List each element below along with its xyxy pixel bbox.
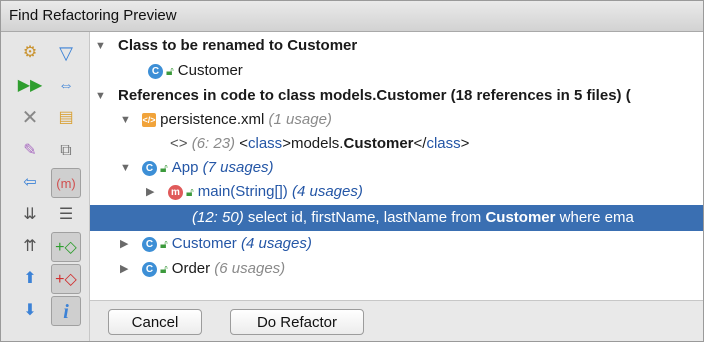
runnable-class-icon: C [142,160,157,176]
tree-row-selected-usage[interactable]: (12: 50) select id, firstName, lastName … [90,205,703,231]
dialog-footer: Cancel Do Refactor [90,300,703,341]
remove-icon[interactable]: +◇ [51,264,81,294]
merge-icon[interactable]: ☰ [51,200,81,230]
class-name: Order [171,260,211,277]
tree-row-class-order[interactable]: ▶ C 🔓︎ Order (6 usages) [90,257,703,281]
usage-count: (4 usages) [240,235,312,252]
usage-tree: ▼ Class to be renamed to Customer C 🔓︎ Cus… [90,32,703,300]
usage-count: (6 usages) [214,260,286,277]
tree-row-group-rename[interactable]: ▼ Class to be renamed to Customer [90,34,703,58]
expand-arrow-icon[interactable]: ▼ [120,108,131,132]
public-icon: 🔓︎ [166,64,174,79]
tree-row-group-references[interactable]: ▼ References in code to class models.Cus… [90,84,703,108]
public-icon: 🔓︎ [160,237,168,252]
scroll-down-icon[interactable]: ⬇ [15,296,45,326]
collapse-arrow-icon[interactable]: ▶ [120,232,128,256]
tree-row-class[interactable]: C 🔓︎ Customer [90,59,703,83]
expand-all-icon[interactable]: ⇊ [15,200,45,230]
method-icon: m [168,184,183,200]
file-name: persistence.xml [160,111,265,128]
expand-arrow-icon[interactable]: ▼ [95,34,106,58]
code-fragment: models. [290,135,344,152]
code-match: Customer [343,135,414,152]
collapse-arrow-icon[interactable]: ▶ [146,180,154,204]
code-fragment: class [248,135,283,152]
usage-count: (1 usage) [268,111,332,128]
pin-icon[interactable]: ✎ [15,136,45,166]
tree-row-class-customer[interactable]: ▶ C 🔓︎ Customer (4 usages) [90,232,703,256]
usage-count: (7 usages) [202,159,274,176]
toolbar-sidebar: ⚙ ▶▶ ✕ ✎ ⇦ ⇊ ⇈ ⬆ ⬇ ▽ ⇔ ▤ ⧉ (m) ☰ +◇ +◇ i [1,32,90,341]
expand-arrow-icon[interactable]: ▼ [95,84,106,108]
window-title: Find Refactoring Preview [1,1,703,32]
xml-file-icon: </> [142,113,156,128]
autoscroll-icon[interactable]: ⇔ [51,71,81,101]
code-fragment: class [426,135,461,152]
collapse-all-icon[interactable]: ⇈ [15,232,45,262]
method-name: main(String[]) [197,183,288,200]
xml-tag-icon: <> [170,135,188,152]
code-fragment: > [460,135,470,152]
class-name: Customer [177,62,243,79]
preview-settings-icon[interactable]: ⚙ [15,38,45,68]
expand-arrow-icon[interactable]: ▼ [120,156,131,180]
group-label: References in code to class models.Custo… [118,87,631,104]
code-fragment: where ema [559,209,634,226]
tree-row-class-app[interactable]: ▼ C 🔓︎ App (7 usages) [90,156,703,180]
class-icon: C [148,63,163,79]
refactoring-preview-window: Find Refactoring Preview ⚙ ▶▶ ✕ ✎ ⇦ ⇊ ⇈ … [0,0,704,342]
class-icon: C [142,261,157,277]
public-icon: 🔓︎ [160,262,168,277]
class-icon: C [142,236,157,252]
code-fragment: < [239,135,248,152]
code-fragment: > [282,135,291,152]
public-icon: 🔓︎ [160,161,168,176]
previous-occurrence-icon[interactable]: ⇦ [15,168,45,198]
tree-row-method[interactable]: ▶ m 🔓︎ main(String[]) (4 usages) [90,180,703,204]
do-refactor-button[interactable]: Do Refactor [230,309,364,335]
class-name: Customer [171,235,237,252]
usage-position: (6: 23) [191,135,236,152]
scroll-up-icon[interactable]: ⬆ [15,264,45,294]
public-icon: 🔓︎ [186,185,194,200]
tree-row-file[interactable]: ▼ </> persistence.xml (1 usage) [90,108,703,132]
group-label: Class to be renamed to Customer [118,37,358,54]
info-icon[interactable]: i [51,296,81,326]
close-icon[interactable]: ✕ [15,103,45,133]
group-by-method-icon[interactable]: (m) [51,168,81,198]
group-by-package-icon[interactable]: ⧉ [51,136,81,166]
usage-count: (4 usages) [291,183,363,200]
rerun-icon[interactable]: ▶▶ [15,71,45,101]
tree-row-xml-usage[interactable]: <> (6: 23) <class>models.Customer</class… [90,132,703,156]
collapse-arrow-icon[interactable]: ▶ [120,257,128,281]
code-match: Customer [485,209,556,226]
code-fragment: </ [413,135,427,152]
cancel-button[interactable]: Cancel [108,309,202,335]
filter-icon[interactable]: ▽ [51,38,81,68]
code-fragment: select id, firstName, lastName from [247,209,482,226]
usage-position: (12: 50) [192,209,244,226]
class-name: App [171,159,199,176]
group-by-file-icon[interactable]: ▤ [51,103,81,133]
exclude-icon[interactable]: +◇ [51,232,81,262]
